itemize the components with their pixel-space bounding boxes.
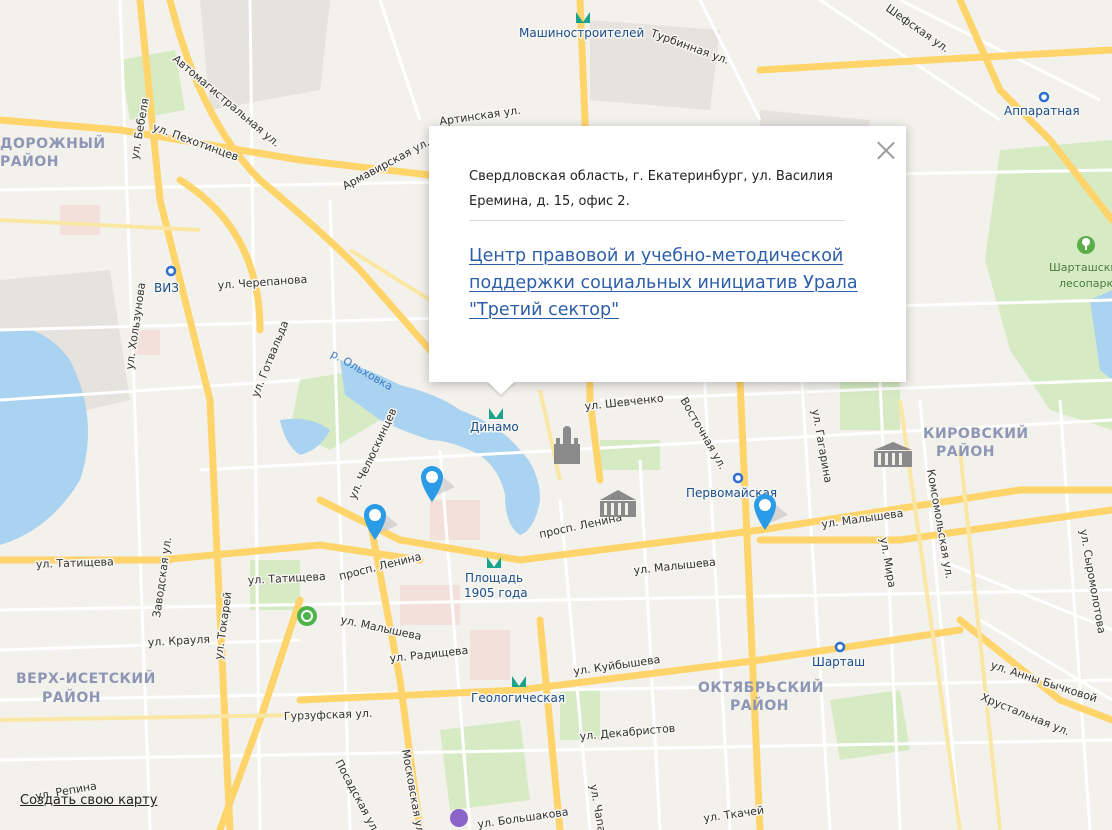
organization-link[interactable]: Центр правовой и учебно-методической под…: [469, 243, 859, 324]
metro-label: Геологическая: [471, 691, 565, 705]
balloon-divider: [469, 220, 845, 221]
svg-text:Шарташ: Шарташ: [812, 655, 865, 669]
svg-text:лесопарк: лесопарк: [1059, 277, 1112, 290]
svg-text:ВИЗ: ВИЗ: [154, 281, 179, 295]
district-label: РАЙОН: [0, 153, 59, 170]
svg-text:Шарташский: Шарташский: [1049, 261, 1112, 274]
district-label: РАЙОН: [936, 443, 995, 460]
metro-label: 1905 года: [464, 586, 528, 600]
balloon-address: Свердловская область, г. Екатеринбург, у…: [469, 169, 833, 209]
balloon-tail: [487, 381, 515, 395]
close-icon[interactable]: [876, 140, 896, 160]
create-map-link[interactable]: Создать свою карту: [20, 793, 157, 808]
poi-icon: [450, 809, 468, 827]
district-label: РАЙОН: [42, 689, 101, 706]
district-label: ДОРОЖНЫЙ: [0, 135, 106, 152]
metro-label: Динамо: [470, 420, 519, 434]
mall-icon: [297, 606, 317, 626]
metro-label: Машиностроителей: [519, 26, 644, 40]
district-label: ОКТЯБРЬСКИЙ: [698, 679, 824, 696]
district-label: КИРОВСКИЙ: [923, 425, 1029, 442]
info-balloon: Свердловская область, г. Екатеринбург, у…: [429, 126, 906, 382]
svg-text:ул. Татищева: ул. Татищева: [36, 555, 114, 571]
svg-text:Аппаратная: Аппаратная: [1004, 104, 1080, 118]
district-label: РАЙОН: [730, 697, 789, 714]
map-canvas[interactable]: ДОРОЖНЫЙ РАЙОН КИРОВСКИЙ РАЙОН ВЕРХ-ИСЕТ…: [0, 0, 1112, 830]
district-label: ВЕРХ-ИСЕТСКИЙ: [16, 670, 156, 687]
metro-label: Площадь: [465, 571, 523, 585]
